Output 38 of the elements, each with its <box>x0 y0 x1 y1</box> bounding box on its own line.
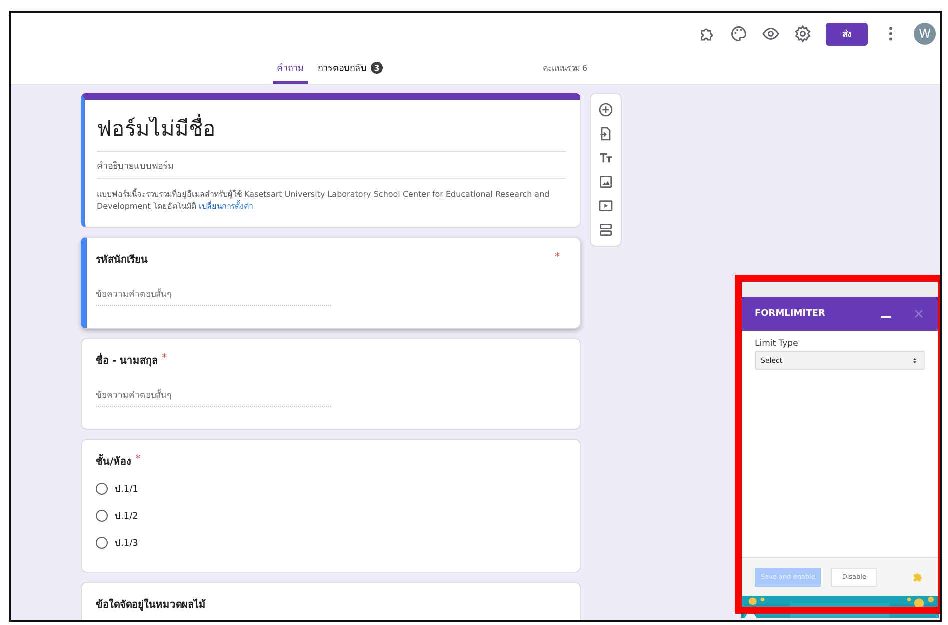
image-icon[interactable] <box>598 174 614 190</box>
question-card[interactable]: ชั้น/ห้อง * ป.1/1 ป.1/2 ป.1/3 <box>81 439 581 573</box>
send-button[interactable]: ส่ง <box>826 22 868 46</box>
question-title: ชื่อ - นามสกุล <box>96 353 158 368</box>
question-title: ข้อใดจัดอยู่ในหมวดผลไม้ <box>96 598 206 612</box>
answer-field: ข้อความคำตอบสั้นๆ <box>96 281 331 306</box>
sort-arrows-icon <box>911 356 919 364</box>
option-label: ป.1/1 <box>115 484 138 496</box>
question-title: รหัสนักเรียน <box>96 253 148 267</box>
limit-type-label: Limit Type <box>755 339 800 349</box>
email-notice: แบบฟอร์มนี้จะรวบรวมที่อยู่อีเมลสำหรับผู้ใช้ Kasetsart University Laboratory School Center for Educational Research and Development โดยอัตโนมัติ เปลี่ยนการตั้งค่า <box>97 189 551 213</box>
form-title[interactable]: ฟอร์มไม่มีชื่อ <box>97 112 566 152</box>
required-mark: * <box>136 454 141 465</box>
question-title: ชั้น/ห้อง <box>96 454 132 469</box>
total-score: คะแนนรวม 6 <box>543 63 588 75</box>
question-card[interactable]: ชื่อ - นามสกุล * ข้อความคำตอบสั้นๆ <box>81 338 581 430</box>
tab[interactable]: คำถาม <box>273 61 308 84</box>
radio-button[interactable] <box>96 537 108 549</box>
answer-field: ข้อความคำตอบสั้นๆ <box>96 382 331 407</box>
option-label: ป.1/3 <box>115 538 138 550</box>
question-card[interactable]: ข้อใดจัดอยู่ในหมวดผลไม้ <box>81 582 581 620</box>
question-card[interactable]: รหัสนักเรียน * ข้อความคำตอบสั้นๆ <box>81 237 581 329</box>
addon-title: FORMLIMITER <box>755 309 826 319</box>
settings-icon[interactable] <box>794 25 812 43</box>
radio-button[interactable] <box>96 510 108 522</box>
radio-button[interactable] <box>96 483 108 495</box>
change-settings-link[interactable]: เปลี่ยนการตั้งค่า <box>198 202 253 211</box>
section-icon[interactable] <box>598 222 614 238</box>
eye-icon[interactable] <box>762 25 780 43</box>
count-badge: 3 <box>371 62 383 74</box>
video-icon[interactable] <box>598 198 614 214</box>
required-mark: * <box>162 353 168 364</box>
tab[interactable]: การตอบกลับ 3 <box>314 61 387 84</box>
option-label: ป.1/2 <box>115 511 138 523</box>
description-field[interactable]: คำอธิบายแบบฟอร์ม <box>97 152 566 179</box>
required-mark: * <box>555 252 560 263</box>
add-circle-icon[interactable] <box>598 102 614 118</box>
palette-icon[interactable] <box>730 25 748 43</box>
